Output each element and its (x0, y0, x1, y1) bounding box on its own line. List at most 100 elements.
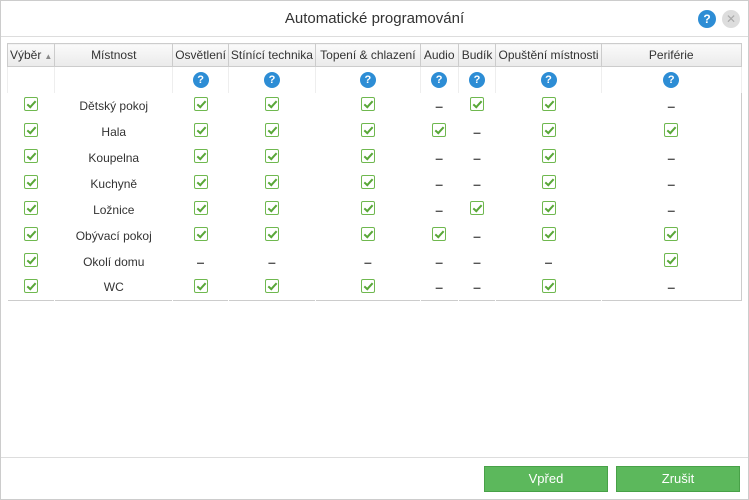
help-icon-osvetleni[interactable]: ? (193, 72, 209, 88)
cell-topeni[interactable] (361, 123, 375, 137)
select-checkbox[interactable] (24, 201, 38, 215)
cell-osvetleni[interactable] (194, 201, 208, 215)
cell-audio: – (435, 98, 443, 114)
table-row: Obývací pokoj – (8, 223, 742, 249)
cell-stinici[interactable] (265, 149, 279, 163)
table-row: Dětský pokoj–– (8, 93, 742, 119)
col-header-vyber[interactable]: Výběr▲ (8, 44, 55, 67)
help-icon-stinici[interactable]: ? (264, 72, 280, 88)
dialog-title: Automatické programování (285, 10, 464, 27)
cell-topeni[interactable] (361, 97, 375, 111)
cell-topeni[interactable] (361, 175, 375, 189)
close-icon[interactable]: ✕ (722, 10, 740, 28)
dialog-window: Automatické programování ? ✕ Výběr▲ Míst… (0, 0, 749, 500)
cell-osvetleni[interactable] (194, 279, 208, 293)
cell-stinici[interactable] (265, 123, 279, 137)
cell-budik: – (473, 228, 481, 244)
cell-opusteni[interactable] (542, 227, 556, 241)
cell-audio: – (435, 254, 443, 270)
cell-periferie: – (667, 202, 675, 218)
col-header-mistnost[interactable]: Místnost (55, 44, 173, 67)
col-header-opusteni[interactable]: Opuštění místnosti (496, 44, 601, 67)
cell-stinici: – (268, 254, 276, 270)
col-header-periferie-label: Periférie (649, 48, 694, 62)
cell-budik: – (473, 254, 481, 270)
select-checkbox[interactable] (24, 149, 38, 163)
table-row: WC––– (8, 275, 742, 301)
cell-osvetleni: – (197, 254, 205, 270)
table-row: Kuchyně––– (8, 171, 742, 197)
help-icon-opusteni[interactable]: ? (541, 72, 557, 88)
cell-topeni[interactable] (361, 149, 375, 163)
cell-osvetleni[interactable] (194, 227, 208, 241)
cell-budik: – (473, 279, 481, 295)
cell-opusteni[interactable] (542, 175, 556, 189)
help-icon-periferie[interactable]: ? (663, 72, 679, 88)
cell-periferie[interactable] (664, 123, 678, 137)
col-header-topeni-label: Topení & chlazení (320, 48, 415, 62)
cell-audio: – (435, 150, 443, 166)
col-header-osvetleni[interactable]: Osvětlení (173, 44, 229, 67)
table-row: Hala– (8, 119, 742, 145)
col-header-budik-label: Budík (462, 48, 493, 62)
cell-topeni: – (364, 254, 372, 270)
cell-audio[interactable] (432, 123, 446, 137)
select-checkbox[interactable] (24, 123, 38, 137)
help-icon-budik[interactable]: ? (469, 72, 485, 88)
select-checkbox[interactable] (24, 253, 38, 267)
table-body: ???????Dětský pokoj––Hala–Koupelna–––Kuc… (8, 67, 742, 301)
cell-periferie[interactable] (664, 253, 678, 267)
forward-button[interactable]: Vpřed (484, 466, 608, 492)
help-icon[interactable]: ? (698, 10, 716, 28)
cell-osvetleni[interactable] (194, 149, 208, 163)
cell-opusteni[interactable] (542, 123, 556, 137)
table-row: Koupelna – – – (8, 145, 742, 171)
cell-stinici[interactable] (265, 97, 279, 111)
cell-periferie: – (667, 150, 675, 166)
col-header-audio[interactable]: Audio (420, 44, 458, 67)
content-area: Výběr▲ Místnost Osvětlení Stínící techni… (1, 37, 748, 457)
cell-stinici[interactable] (265, 175, 279, 189)
select-checkbox[interactable] (24, 97, 38, 111)
cell-audio: – (435, 279, 443, 295)
cell-opusteni[interactable] (542, 279, 556, 293)
cell-opusteni[interactable] (542, 149, 556, 163)
select-checkbox[interactable] (24, 279, 38, 293)
cell-osvetleni[interactable] (194, 175, 208, 189)
cell-stinici[interactable] (265, 227, 279, 241)
cell-audio: – (435, 176, 443, 192)
cell-budik[interactable] (470, 201, 484, 215)
col-header-audio-label: Audio (424, 48, 455, 62)
cell-opusteni[interactable] (542, 97, 556, 111)
cell-opusteni[interactable] (542, 201, 556, 215)
table-row: Ložnice – – (8, 197, 742, 223)
col-header-periferie[interactable]: Periférie (601, 44, 741, 67)
room-name: Ložnice (55, 197, 173, 223)
col-header-topeni[interactable]: Topení & chlazení (315, 44, 420, 67)
cell-audio[interactable] (432, 227, 446, 241)
help-icon-audio[interactable]: ? (431, 72, 447, 88)
cancel-button[interactable]: Zrušit (616, 466, 740, 492)
cell-stinici[interactable] (265, 201, 279, 215)
room-name: WC (55, 275, 173, 301)
cell-budik[interactable] (470, 97, 484, 111)
room-name: Obývací pokoj (55, 223, 173, 249)
cell-topeni[interactable] (361, 279, 375, 293)
select-checkbox[interactable] (24, 175, 38, 189)
cell-budik: – (473, 176, 481, 192)
cell-budik: – (473, 150, 481, 166)
cell-topeni[interactable] (361, 201, 375, 215)
cell-periferie[interactable] (664, 227, 678, 241)
cell-topeni[interactable] (361, 227, 375, 241)
cell-stinici[interactable] (265, 279, 279, 293)
col-header-opusteni-label: Opuštění místnosti (498, 48, 598, 62)
cell-audio: – (435, 202, 443, 218)
header-row: Výběr▲ Místnost Osvětlení Stínící techni… (8, 44, 742, 67)
select-checkbox[interactable] (24, 227, 38, 241)
cell-osvetleni[interactable] (194, 97, 208, 111)
cell-osvetleni[interactable] (194, 123, 208, 137)
help-icon-topeni[interactable]: ? (360, 72, 376, 88)
col-header-budik[interactable]: Budík (458, 44, 496, 67)
col-header-stinici[interactable]: Stínící technika (228, 44, 315, 67)
room-name: Koupelna (55, 145, 173, 171)
